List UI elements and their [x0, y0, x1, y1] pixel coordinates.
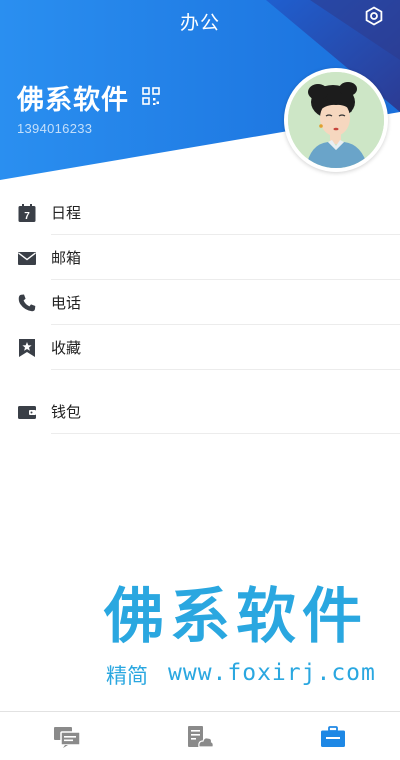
menu-item-favorites[interactable]: 收藏: [0, 325, 400, 370]
bookmark-star-icon: [17, 338, 37, 358]
menu-list: 7 日程 邮箱 电话 收藏 钱包: [0, 190, 400, 434]
profile-phone: 1394016233: [17, 121, 93, 136]
menu-item-phone[interactable]: 电话: [0, 280, 400, 325]
menu-item-label: 电话: [51, 294, 82, 312]
menu-section-gap: [0, 370, 400, 389]
qr-code-button[interactable]: [142, 87, 160, 107]
watermark-subtitle: 精简: [106, 664, 148, 688]
menu-item-label: 收藏: [51, 339, 82, 357]
phone-icon: [17, 293, 37, 313]
avatar-illustration: [288, 72, 384, 168]
avatar[interactable]: [284, 68, 388, 172]
briefcase-icon: [320, 725, 345, 747]
page-title: 办公: [179, 12, 220, 34]
svg-text:7: 7: [24, 211, 30, 222]
tab-office[interactable]: [266, 712, 399, 760]
bottom-tab-bar: [0, 711, 400, 760]
tab-docs[interactable]: [133, 712, 266, 760]
menu-item-label: 邮箱: [51, 249, 82, 267]
menu-item-schedule[interactable]: 7 日程: [0, 190, 400, 235]
menu-item-mailbox[interactable]: 邮箱: [0, 235, 400, 280]
mail-icon: [17, 248, 37, 268]
menu-item-wallet[interactable]: 钱包: [0, 389, 400, 434]
watermark-url: www.foxirj.com: [168, 660, 376, 686]
chat-bubbles-icon: [53, 726, 81, 748]
document-cloud-icon: [187, 725, 214, 748]
settings-hexagon-icon: [365, 6, 383, 26]
calendar-icon: 7: [17, 203, 37, 223]
watermark-title: 佛系软件: [104, 582, 368, 652]
menu-item-label: 钱包: [51, 403, 82, 421]
menu-item-label: 日程: [51, 204, 82, 222]
wallet-icon: [17, 402, 37, 422]
qr-code-icon: [142, 87, 160, 105]
settings-button[interactable]: [364, 6, 386, 28]
profile-name: 佛系软件: [17, 85, 129, 116]
watermark: 佛系软件 精简 www.foxirj.com: [104, 568, 396, 698]
tab-messages[interactable]: [0, 712, 133, 760]
